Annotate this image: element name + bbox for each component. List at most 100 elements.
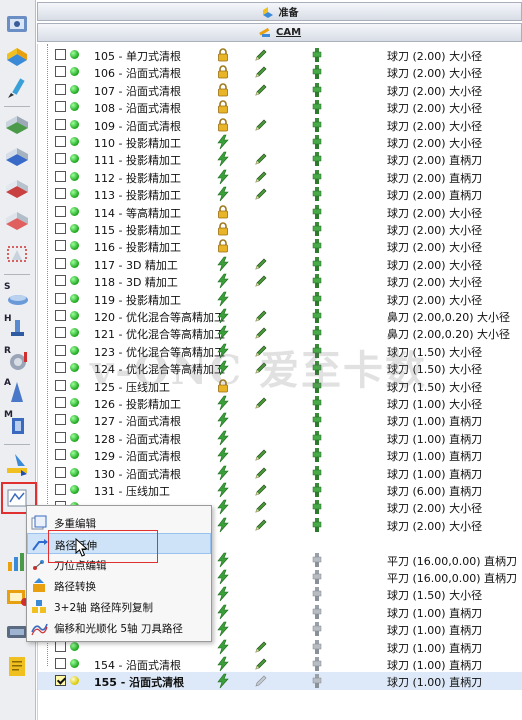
row-checkbox[interactable] (55, 66, 66, 78)
tool-holder-icon[interactable] (309, 47, 325, 63)
table-row[interactable]: 121 - 优化混合等高精加工 鼻刀 (2.00,0.20) 大小径 (38, 324, 522, 341)
lock-icon[interactable] (215, 238, 231, 254)
row-checkbox[interactable] (55, 205, 66, 217)
table-row[interactable]: 119 - 投影精加工 球刀 (2.00) 大小径 (38, 290, 522, 307)
tool-holder-icon[interactable] (309, 221, 325, 237)
toolbar-m-icon[interactable]: M (3, 410, 31, 438)
edit-pencil-icon[interactable] (253, 639, 269, 655)
tool-holder-icon[interactable] (309, 151, 325, 167)
table-row[interactable]: 115 - 投影精加工 球刀 (2.00) 大小径 (38, 220, 522, 237)
row-checkbox[interactable] (55, 414, 66, 426)
row-checkbox[interactable] (55, 223, 66, 234)
table-row[interactable]: 155 - 沿面式清根 球刀 (1.00) 直柄刀 (38, 672, 522, 690)
calculated-bolt-icon[interactable] (215, 134, 231, 150)
table-row[interactable]: 154 - 沿面式清根 球刀 (1.00) 直柄刀 (38, 655, 522, 672)
table-row[interactable]: 116 - 投影精加工 球刀 (2.00) 大小径 (38, 237, 522, 254)
table-row[interactable]: 112 - 投影精加工 球刀 (2.00) 直柄刀 (38, 168, 522, 185)
edit-pencil-icon[interactable] (253, 465, 269, 481)
table-row[interactable]: 131 - 压线加工 球刀 (6.00) 直柄刀 (38, 481, 522, 498)
row-checkbox[interactable] (55, 484, 66, 495)
table-row[interactable]: 124 - 优化混合等高精加工 球刀 (1.50) 大小径 (38, 359, 522, 376)
table-row[interactable]: 117 - 3D 精加工 球刀 (2.00) 大小径 (38, 255, 522, 272)
edit-pencil-icon[interactable] (253, 325, 269, 341)
prepare-section-header[interactable]: 准备 (37, 2, 522, 21)
edit-pencil-icon[interactable] (253, 308, 269, 324)
toolbar-report-icon[interactable] (3, 652, 31, 680)
edit-pencil-icon[interactable] (253, 482, 269, 498)
menu-item-offset-smooth[interactable]: 偏移和光顺化 5轴 刀具路径 (27, 617, 211, 638)
tool-holder-icon[interactable] (309, 586, 325, 602)
calculated-bolt-icon[interactable] (215, 430, 231, 446)
tool-holder-icon[interactable] (309, 604, 325, 620)
calculated-bolt-icon[interactable] (215, 360, 231, 376)
row-checkbox[interactable] (55, 83, 66, 95)
tool-holder-icon[interactable] (309, 465, 325, 481)
edit-pencil-icon[interactable] (253, 395, 269, 411)
tool-holder-icon[interactable] (309, 186, 325, 202)
row-checkbox[interactable] (55, 640, 66, 652)
lock-icon[interactable] (215, 204, 231, 220)
row-checkbox[interactable] (55, 101, 66, 113)
table-row[interactable]: 105 - 单刀式清根 球刀 (2.00) 大小径 (38, 46, 522, 63)
tool-holder-icon[interactable] (309, 621, 325, 637)
table-row[interactable]: 129 - 沿面式清根 球刀 (1.00) 直柄刀 (38, 446, 522, 463)
table-row[interactable]: 128 - 沿面式清根 球刀 (1.00) 直柄刀 (38, 429, 522, 446)
calculated-bolt-icon[interactable] (215, 343, 231, 359)
calculated-bolt-icon[interactable] (215, 586, 231, 602)
lock-icon[interactable] (215, 117, 231, 133)
toolbar-boundary-icon[interactable] (3, 208, 31, 236)
calculated-bolt-icon[interactable] (215, 412, 231, 428)
row-checkbox[interactable] (55, 188, 66, 200)
tool-holder-icon[interactable] (309, 82, 325, 98)
row-checkbox[interactable] (55, 49, 66, 60)
table-row[interactable]: 107 - 沿面式清根 球刀 (2.00) 大小径 (38, 81, 522, 98)
tool-holder-icon[interactable] (309, 343, 325, 359)
edit-pencil-icon[interactable] (253, 169, 269, 185)
tool-holder-icon[interactable] (309, 291, 325, 307)
calculated-bolt-icon[interactable] (215, 447, 231, 463)
tool-holder-icon[interactable] (309, 99, 325, 115)
menu-item-array-copy[interactable]: 3+2轴 路径阵列复制 (27, 596, 211, 617)
calculated-bolt-icon[interactable] (215, 499, 231, 515)
edit-pencil-icon[interactable] (253, 256, 269, 272)
row-checkbox[interactable] (55, 344, 66, 356)
row-checkbox[interactable] (55, 466, 66, 478)
lock-icon[interactable] (215, 47, 231, 63)
tool-holder-icon[interactable] (309, 134, 325, 150)
row-checkbox[interactable] (55, 379, 66, 391)
calculated-bolt-icon[interactable] (215, 639, 231, 655)
tool-holder-icon[interactable] (309, 395, 325, 411)
edit-pencil-icon[interactable] (253, 656, 269, 672)
edit-pencil-icon[interactable] (253, 499, 269, 515)
lock-icon[interactable] (215, 99, 231, 115)
row-checkbox[interactable] (55, 449, 66, 461)
table-row[interactable]: 120 - 优化混合等高精加工 鼻刀 (2.00,0.20) 大小径 (38, 307, 522, 324)
calculated-bolt-icon[interactable] (215, 552, 231, 568)
row-checkbox[interactable] (55, 658, 66, 669)
table-row[interactable]: 109 - 沿面式清根 球刀 (2.00) 大小径 (38, 116, 522, 133)
toolbar-r-icon[interactable]: R (3, 346, 31, 374)
calculated-bolt-icon[interactable] (215, 186, 231, 202)
tool-holder-icon[interactable] (309, 482, 325, 498)
tool-holder-icon[interactable] (309, 447, 325, 463)
tool-holder-icon[interactable] (309, 117, 325, 133)
lock-icon[interactable] (215, 221, 231, 237)
toolbar-residual-icon[interactable] (3, 176, 31, 204)
tool-holder-icon[interactable] (309, 204, 325, 220)
tool-holder-icon[interactable] (309, 412, 325, 428)
edit-pencil-icon[interactable] (253, 64, 269, 80)
cam-section-header[interactable]: CAM (37, 23, 522, 42)
tool-holder-icon[interactable] (309, 308, 325, 324)
edit-pencil-icon[interactable] (253, 517, 269, 533)
calculated-bolt-icon[interactable] (215, 291, 231, 307)
toolbar-settings-icon[interactable] (3, 10, 31, 38)
edit-pencil-icon[interactable] (253, 47, 269, 63)
calculated-bolt-icon[interactable] (215, 308, 231, 324)
calculated-bolt-icon[interactable] (215, 169, 231, 185)
toolbar-tool-pencil-icon[interactable] (3, 74, 31, 102)
row-checkbox[interactable] (55, 292, 66, 304)
table-row[interactable]: 113 - 投影精加工 球刀 (2.00) 直柄刀 (38, 185, 522, 202)
tool-holder-icon[interactable] (309, 656, 325, 672)
table-row[interactable]: 125 - 压线加工 球刀 (1.50) 大小径 (38, 377, 522, 394)
lock-icon[interactable] (215, 82, 231, 98)
